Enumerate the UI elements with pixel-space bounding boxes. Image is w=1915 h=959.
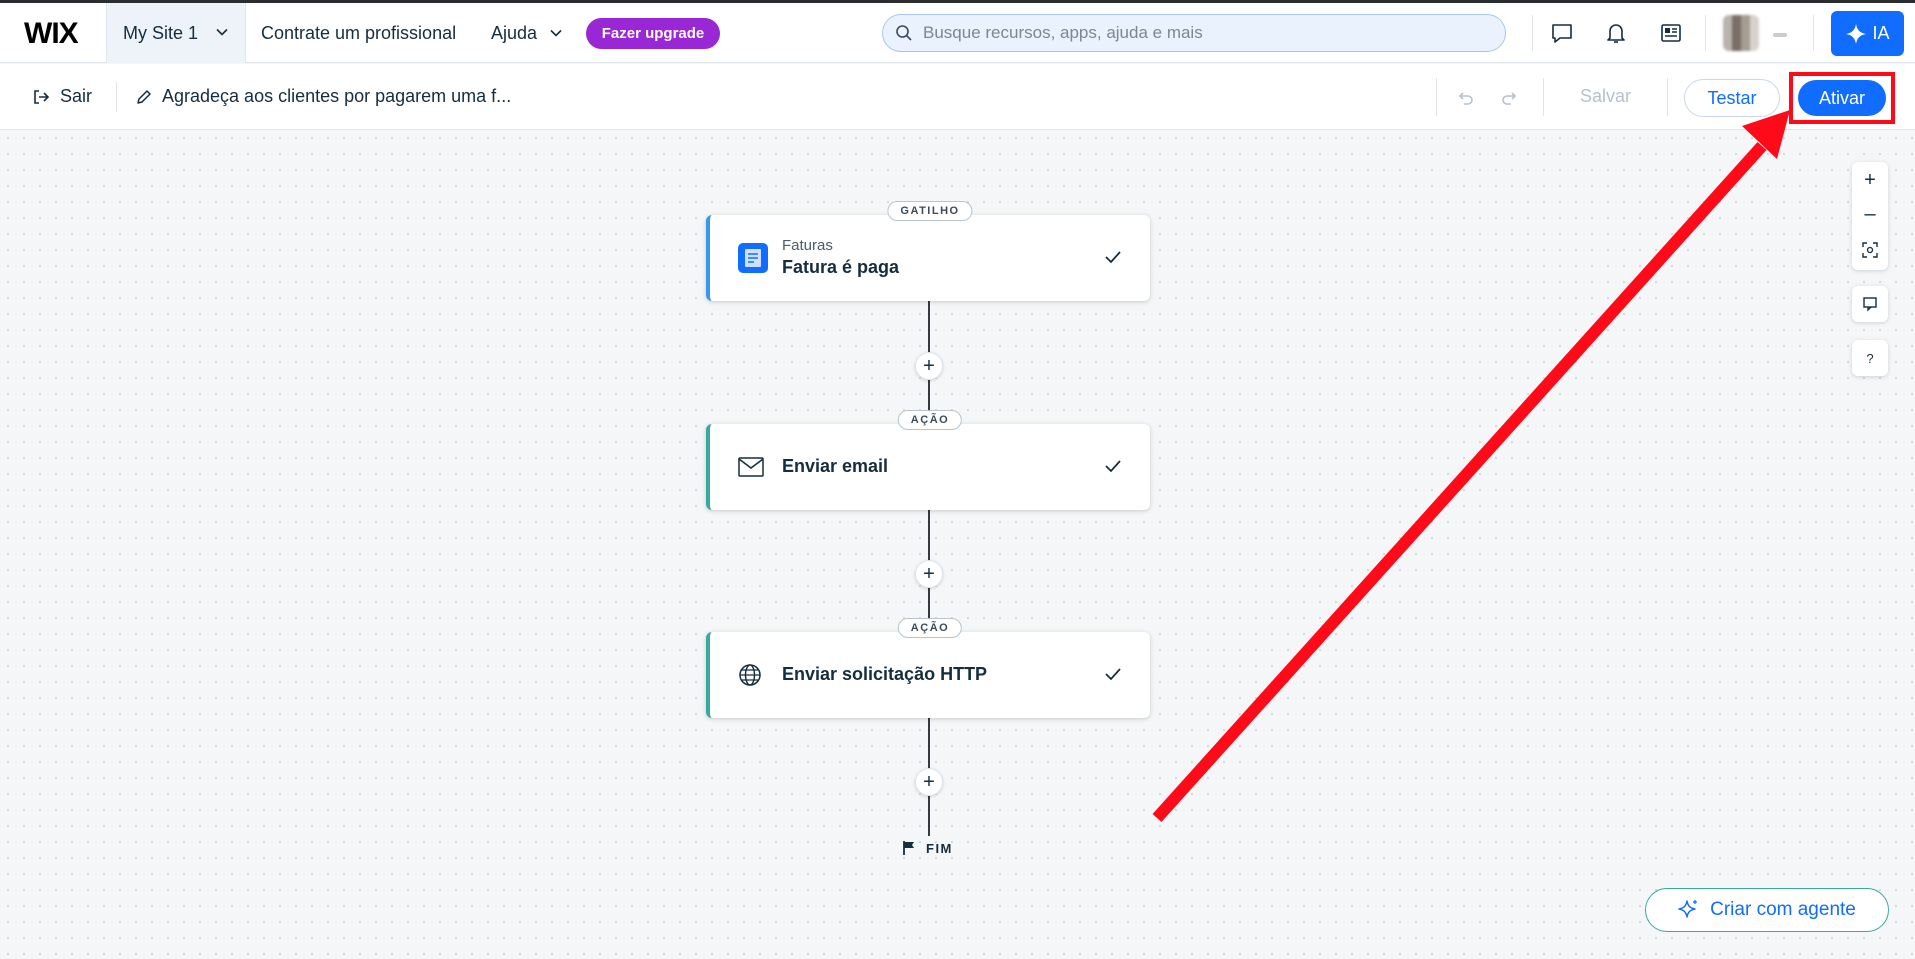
zoom-controls: + – <box>1852 162 1888 270</box>
end-marker: FIM <box>902 840 953 856</box>
site-name: My Site 1 <box>123 22 199 43</box>
minimap-button[interactable] <box>1852 286 1888 322</box>
divider <box>1436 78 1437 116</box>
hire-professional-link[interactable]: Contrate um profissional <box>261 23 456 44</box>
check-icon <box>1105 251 1121 264</box>
sparkle-icon <box>1846 23 1867 44</box>
exit-icon <box>34 89 50 104</box>
action-title: Enviar solicitação HTTP <box>782 664 988 684</box>
news-icon[interactable] <box>1659 21 1683 45</box>
add-step-button[interactable]: + <box>915 560 943 588</box>
ai-label: IA <box>1872 23 1890 43</box>
undo-icon[interactable] <box>1455 88 1475 108</box>
check-icon <box>1105 668 1121 681</box>
ai-button[interactable]: IA <box>1831 11 1904 56</box>
automation-title[interactable]: Agradeça aos clientes por pagarem uma f.… <box>136 86 511 107</box>
automation-toolbar: Sair Agradeça aos clientes por pagarem u… <box>0 64 1915 130</box>
invoice-icon <box>738 243 768 273</box>
upgrade-button[interactable]: Fazer upgrade <box>586 18 720 49</box>
trigger-card[interactable]: GATILHO Faturas Fatura é paga <box>706 201 1150 301</box>
chat-icon[interactable] <box>1550 21 1574 45</box>
zoom-out-button[interactable]: – <box>1852 196 1888 232</box>
divider <box>1543 78 1544 116</box>
avatar[interactable] <box>1723 15 1759 51</box>
add-step-button[interactable]: + <box>915 352 943 380</box>
exit-label: Sair <box>60 86 93 106</box>
fit-screen-icon <box>1862 242 1878 258</box>
top-bar: WIX My Site 1 Contrate um profissional A… <box>0 3 1915 63</box>
globe-icon <box>739 664 761 686</box>
action-card-http[interactable]: AÇÃO Enviar solicitação HTTP <box>706 618 1150 718</box>
divider <box>1705 15 1706 51</box>
automation-title-text: Agradeça aos clientes por pagarem uma f.… <box>162 86 512 106</box>
end-label: FIM <box>926 840 953 856</box>
create-with-agent-button[interactable]: Criar com agente <box>1645 888 1889 932</box>
redo-icon[interactable] <box>1500 88 1520 108</box>
site-selector[interactable]: My Site 1 <box>106 3 246 63</box>
trigger-pill: GATILHO <box>887 201 973 221</box>
pencil-icon <box>137 89 151 104</box>
save-button[interactable]: Salvar <box>1580 86 1631 107</box>
chevron-down-icon <box>216 28 228 36</box>
help-menu[interactable]: Ajuda <box>491 23 562 44</box>
trigger-app: Faturas <box>782 237 833 254</box>
sparkle-icon <box>1678 900 1698 918</box>
divider <box>116 82 117 112</box>
trigger-title: Fatura é paga <box>782 257 900 277</box>
wix-logo[interactable]: WIX <box>24 17 79 51</box>
search-placeholder: Busque recursos, apps, ajuda e mais <box>923 23 1203 42</box>
create-with-agent-label: Criar com agente <box>1710 899 1856 920</box>
chevron-down-icon <box>550 29 562 37</box>
divider <box>1813 15 1814 51</box>
zoom-in-button[interactable]: + <box>1852 162 1888 198</box>
exit-button[interactable]: Sair <box>32 86 92 107</box>
activate-button[interactable]: Ativar <box>1798 80 1886 116</box>
action-card-email[interactable]: AÇÃO Enviar email <box>706 410 1150 510</box>
minimap-icon <box>1863 297 1877 312</box>
check-icon <box>1105 460 1121 473</box>
fit-view-button[interactable] <box>1852 232 1888 268</box>
divider <box>1667 78 1668 116</box>
envelope-icon <box>738 457 764 477</box>
action-title: Enviar email <box>782 456 889 476</box>
test-button[interactable]: Testar <box>1684 79 1780 117</box>
activate-highlight: Ativar <box>1789 72 1895 124</box>
search-input[interactable]: Busque recursos, apps, ajuda e mais <box>882 14 1506 52</box>
help-button[interactable]: ? <box>1852 340 1888 376</box>
search-icon <box>896 25 912 41</box>
divider <box>1532 15 1533 51</box>
action-pill: AÇÃO <box>897 410 963 430</box>
flag-icon <box>903 841 914 855</box>
add-step-button[interactable]: + <box>915 768 943 796</box>
help-label: Ajuda <box>491 23 538 43</box>
action-pill: AÇÃO <box>897 618 963 638</box>
account-indicator <box>1773 33 1787 37</box>
bell-icon[interactable] <box>1604 21 1628 45</box>
